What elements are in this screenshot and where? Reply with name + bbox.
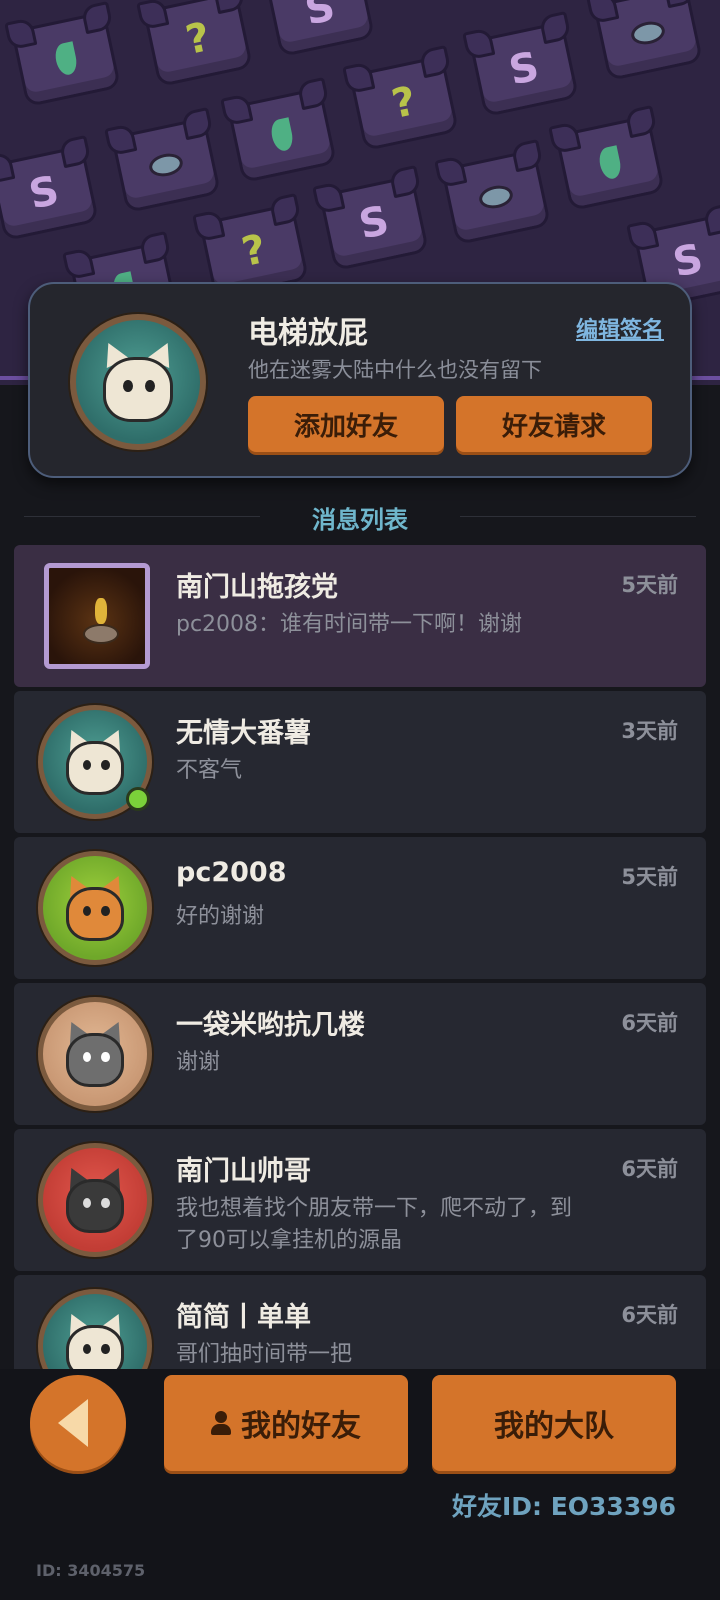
cat-avatar-icon [38,1289,152,1369]
message-sender: 南门山拖孩党 [176,572,338,603]
fox-avatar-icon [38,851,152,965]
group-cauldron-icon [44,563,150,669]
my-friends-label: 我的好友 [241,1409,361,1444]
bottom-bar: 我的好友 我的大队 好友ID: EO33396 ID: 3404575 [0,1369,720,1600]
add-friend-button[interactable]: 添加好友 [248,396,444,452]
chest-icon: S [264,0,376,58]
message-time: 6天前 [621,1157,678,1181]
message-sender: 无情大番薯 [176,718,311,749]
back-button[interactable] [30,1375,126,1471]
message-preview: pc2008：谁有时间带一下啊！谢谢 [176,612,523,637]
profile-card: 电梯放屁 编辑签名 他在迷雾大陆中什么也没有留下 添加好友 好友请求 [28,282,692,478]
chest-icon: S [0,144,100,242]
message-time: 6天前 [621,1303,678,1327]
message-time: 3天前 [621,719,678,743]
list-item[interactable]: 一袋米哟抗几楼 6天前 谢谢 [14,983,706,1125]
person-icon [211,1411,231,1435]
message-sender: 简简丨单单 [176,1302,311,1333]
chest-icon [10,10,122,108]
message-sender: 一袋米哟抗几楼 [176,1010,365,1041]
chest-icon: S [468,20,580,118]
edit-signature-link[interactable]: 编辑签名 [576,312,664,344]
message-preview: 好的谢谢 [176,904,265,929]
back-arrow-icon [58,1399,88,1447]
friend-requests-button[interactable]: 好友请求 [456,396,652,452]
user-id-label: ID: 3404575 [36,1561,146,1580]
raccoon-avatar-icon [38,997,152,1111]
message-time: 6天前 [621,1011,678,1035]
message-preview: 我也想着找个朋友带一下，爬不动了，到了90可以拿挂机的源晶 [176,1196,573,1253]
chest-icon [226,86,338,184]
hooded-cat-avatar-icon [38,1143,152,1257]
message-sender: pc2008 [176,857,287,888]
message-list-title: 消息列表 [312,506,408,534]
my-friends-button[interactable]: 我的好友 [164,1375,408,1471]
message-time: 5天前 [621,865,678,889]
message-preview: 哥们抽时间带一把 [176,1342,353,1367]
message-preview: 不客气 [176,758,243,783]
list-item[interactable]: 简简丨单单 6天前 哥们抽时间带一把 [14,1275,706,1369]
profile-avatar[interactable] [70,314,206,450]
chest-icon [592,0,704,82]
list-item[interactable]: 南门山拖孩党 5天前 pc2008：谁有时间带一下啊！谢谢 [14,545,706,687]
profile-name: 电梯放屁 [248,316,368,351]
message-time: 5天前 [621,573,678,597]
chest-icon [554,114,666,212]
list-item[interactable]: pc2008 5天前 好的谢谢 [14,837,706,979]
chest-icon [110,116,222,214]
online-status-icon [126,787,150,811]
chest-icon: ? [348,54,460,152]
friend-id-label: 好友ID: EO33396 [451,1492,676,1521]
message-sender: 南门山帅哥 [176,1156,311,1187]
chest-icon [440,148,552,246]
list-item[interactable]: 无情大番薯 3天前 不客气 [14,691,706,833]
list-item[interactable]: 南门山帅哥 6天前 我也想着找个朋友带一下，爬不动了，到了90可以拿挂机的源晶 [14,1129,706,1271]
chest-icon: S [318,174,430,272]
message-list[interactable]: 南门山拖孩党 5天前 pc2008：谁有时间带一下啊！谢谢 无情大番薯 3天前 … [0,545,720,1369]
message-preview: 谢谢 [176,1050,221,1075]
chest-icon: ? [142,0,254,88]
profile-signature: 他在迷雾大陆中什么也没有留下 [248,358,542,382]
my-team-button[interactable]: 我的大队 [432,1375,676,1471]
